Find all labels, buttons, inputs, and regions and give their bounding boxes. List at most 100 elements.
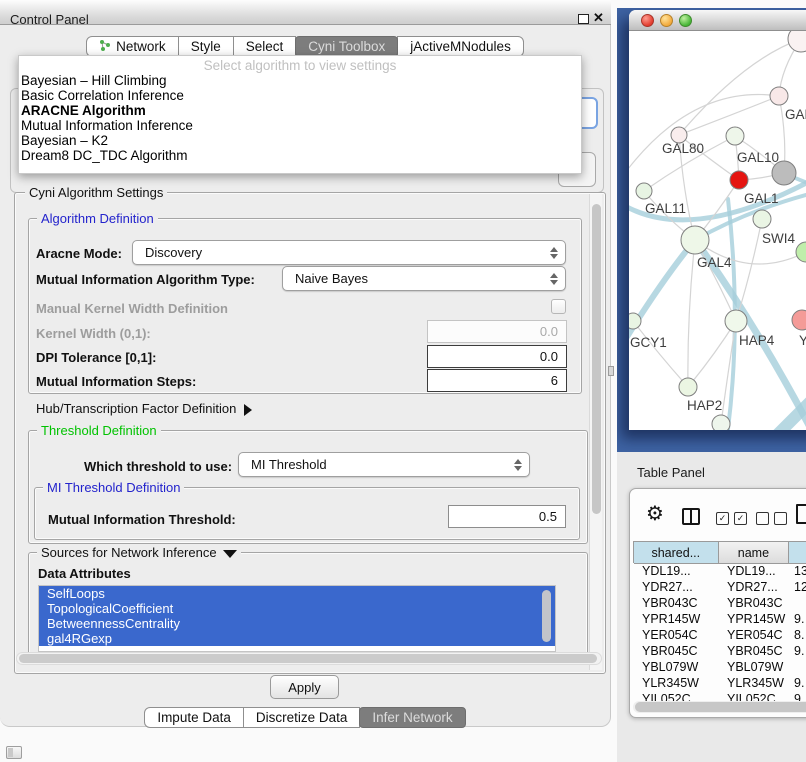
dpi-tolerance-label: DPI Tolerance [0,1]: xyxy=(36,350,156,365)
app-root: Control Panel ✕ Network Style Select Cyn… xyxy=(0,0,806,762)
hub-definition-expander[interactable]: Hub/Transcription Factor Definition xyxy=(36,401,252,416)
zoom-traffic-light-icon[interactable] xyxy=(679,14,692,27)
tab-label: Cyni Toolbox xyxy=(308,36,385,57)
attribute-list-item[interactable]: gal4RGexp xyxy=(39,631,555,646)
tab-label: Discretize Data xyxy=(256,707,348,728)
scrollbar-thumb[interactable] xyxy=(592,204,601,514)
combo-value: Discovery xyxy=(145,245,202,260)
network-node[interactable] xyxy=(772,161,796,185)
algorithm-option[interactable]: ARACNE Algorithm xyxy=(21,103,577,118)
column-header[interactable]: shared... xyxy=(634,542,719,564)
mi-algorithm-type-combobox[interactable]: Naive Bayes xyxy=(282,266,566,291)
gear-icon[interactable]: ⚙ xyxy=(646,501,664,525)
table-row[interactable]: YER054CYER054C8. xyxy=(633,627,806,643)
network-node[interactable] xyxy=(796,242,806,262)
network-node-label: HAP2 xyxy=(687,398,722,413)
table-cell: 8. xyxy=(789,627,806,643)
data-attributes-list[interactable]: SelfLoopsTopologicalCoefficientBetweenne… xyxy=(38,585,556,652)
algorithm-option[interactable]: Bayesian – Hill Climbing xyxy=(21,73,577,88)
table-panel-title: Table Panel xyxy=(637,465,705,480)
tab-discretize-data[interactable]: Discretize Data xyxy=(243,707,361,728)
dpi-tolerance-field[interactable]: 0.0 xyxy=(427,345,567,368)
network-node[interactable] xyxy=(730,171,748,189)
network-window-titlebar[interactable] xyxy=(629,10,806,31)
network-node[interactable] xyxy=(712,415,730,430)
tab-cyni-toolbox[interactable]: Cyni Toolbox xyxy=(295,36,398,57)
close-icon[interactable]: ✕ xyxy=(593,10,604,26)
network-node[interactable] xyxy=(792,310,806,330)
tab-network[interactable]: Network xyxy=(86,36,179,57)
network-node[interactable] xyxy=(679,378,697,396)
group-title[interactable]: Sources for Network Inference xyxy=(37,545,241,560)
network-node[interactable] xyxy=(726,127,744,145)
network-node-label: GAL4 xyxy=(697,255,732,270)
table-row[interactable]: YBL079WYBL079W xyxy=(633,659,806,675)
network-node[interactable] xyxy=(770,87,788,105)
document-icon[interactable] xyxy=(796,504,806,524)
manual-kernel-width-checkbox[interactable] xyxy=(551,299,566,314)
network-node[interactable] xyxy=(629,313,641,329)
table-cell: YDL19... xyxy=(633,563,718,579)
algorithm-option[interactable]: Dream8 DC_TDC Algorithm xyxy=(21,148,577,163)
bottom-tabbar: Impute Data Discretize Data Infer Networ… xyxy=(0,707,611,730)
minimize-traffic-light-icon[interactable] xyxy=(660,14,673,27)
network-node[interactable] xyxy=(636,183,652,199)
field-value: 0.5 xyxy=(539,509,557,524)
list-scrollbar[interactable] xyxy=(542,590,551,642)
group-title: Algorithm Definition xyxy=(37,211,158,226)
tab-label: jActiveMNodules xyxy=(410,36,511,57)
algorithm-option[interactable]: Mutual Information Inference xyxy=(21,118,577,133)
network-node[interactable] xyxy=(753,210,771,228)
tab-select[interactable]: Select xyxy=(233,36,297,57)
scrollbar-thumb[interactable] xyxy=(635,702,806,712)
table-row[interactable]: YBR045CYBR045C9. xyxy=(633,643,806,659)
algorithm-dropdown-list[interactable]: Select algorithm to view settings Bayesi… xyxy=(18,55,582,174)
table-row[interactable]: YPR145WYPR145W9. xyxy=(633,611,806,627)
mi-steps-field[interactable]: 6 xyxy=(427,369,567,392)
table-body: YDL19...YDL19...13YDR27...YDR27...12YBR0… xyxy=(633,563,806,707)
algorithm-option[interactable]: Bayesian – K2 xyxy=(21,133,577,148)
aracne-mode-combobox[interactable]: Discovery xyxy=(132,240,566,265)
panel-resize-grip[interactable] xyxy=(608,366,614,376)
network-tab-icon xyxy=(99,36,111,57)
network-node[interactable] xyxy=(681,226,709,254)
attribute-list-item[interactable]: TopologicalCoefficient xyxy=(39,601,555,616)
deselect-all-icon[interactable] xyxy=(756,512,787,525)
attribute-list-item[interactable]: SelfLoops xyxy=(39,586,555,601)
settings-vertical-scrollbar[interactable] xyxy=(589,194,602,670)
close-traffic-light-icon[interactable] xyxy=(641,14,654,27)
kernel-width-field[interactable]: 0.0 xyxy=(427,320,567,343)
table-row[interactable]: YBR043CYBR043C xyxy=(633,595,806,611)
apply-button[interactable]: Apply xyxy=(270,675,339,699)
table-row[interactable]: YLR345WYLR345W9. xyxy=(633,675,806,691)
table-header-row: shared... name xyxy=(633,541,806,563)
column-header[interactable]: name xyxy=(719,542,790,564)
network-canvas[interactable]: GALGAL80GAL10GAL1GAL11GAL4SWI4GCY1HAP4YH… xyxy=(629,31,806,430)
split-columns-icon[interactable] xyxy=(682,508,700,525)
table-row[interactable]: YDL19...YDL19...13 xyxy=(633,563,806,579)
network-node-label: SWI4 xyxy=(762,231,795,246)
algorithm-option[interactable]: Basic Correlation Inference xyxy=(21,88,577,103)
select-all-icon[interactable]: ✓ ✓ xyxy=(716,512,747,525)
tab-infer-network[interactable]: Infer Network xyxy=(359,707,465,728)
scrollbar-thumb[interactable] xyxy=(19,654,597,663)
dock-panel-icon[interactable] xyxy=(6,746,22,759)
mi-threshold-field[interactable]: 0.5 xyxy=(448,505,566,528)
unchecked-box-icon xyxy=(774,512,787,525)
column-header[interactable] xyxy=(789,542,806,564)
table-row[interactable]: YDR27...YDR27...12 xyxy=(633,579,806,595)
attribute-list-item[interactable]: BetweennessCentrality xyxy=(39,616,555,631)
network-node-label: Y xyxy=(799,333,806,348)
tab-jactivemnodules[interactable]: jActiveMNodules xyxy=(397,36,524,57)
tab-impute-data[interactable]: Impute Data xyxy=(144,707,244,728)
which-threshold-combobox[interactable]: MI Threshold xyxy=(238,452,530,477)
table-cell: 9. xyxy=(789,675,806,691)
network-node[interactable] xyxy=(788,31,806,52)
network-node[interactable] xyxy=(725,310,747,332)
tab-style[interactable]: Style xyxy=(178,36,234,57)
settings-horizontal-scrollbar[interactable] xyxy=(16,652,602,665)
table-horizontal-scrollbar[interactable] xyxy=(633,701,806,713)
network-window[interactable]: GALGAL80GAL10GAL1GAL11GAL4SWI4GCY1HAP4YH… xyxy=(629,10,806,430)
float-window-icon[interactable] xyxy=(578,14,589,24)
table-cell: YPR145W xyxy=(718,611,789,627)
